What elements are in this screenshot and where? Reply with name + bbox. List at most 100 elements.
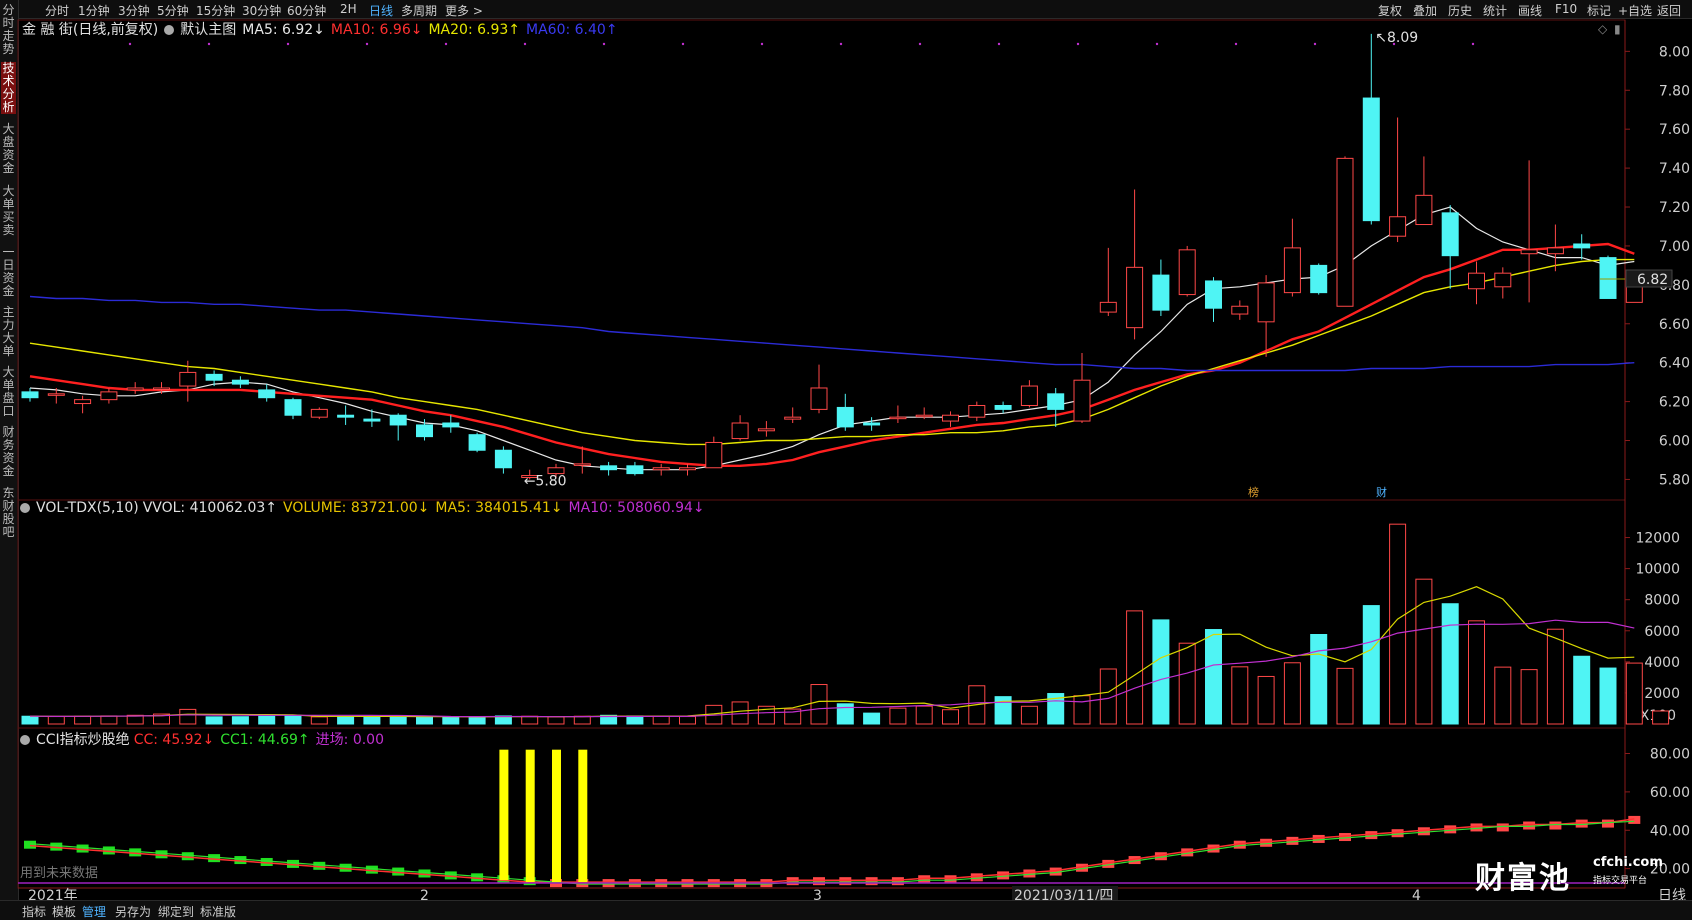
cci-ribbon-60 <box>1602 819 1614 828</box>
vol-tick-label-0: 2000 <box>1644 686 1680 702</box>
x-axis-label-2: 3 <box>813 888 822 900</box>
volume-bar-59 <box>1573 655 1591 725</box>
marker-dot-0 <box>128 42 132 46</box>
volume-bar-8 <box>231 716 249 725</box>
volume-bar-56 <box>1494 666 1512 725</box>
vol-tick-label-1: 4000 <box>1644 655 1680 671</box>
price-tick-label-3: 6.40 <box>1659 356 1690 372</box>
cci-ribbon-32 <box>865 877 878 886</box>
indicator-menu-0[interactable]: 指标 <box>22 903 46 920</box>
vol-tick-label-2: 6000 <box>1644 624 1680 640</box>
panel-frame-2 <box>17 727 1626 889</box>
candle-body-43 <box>1152 274 1170 311</box>
price-tick-label-8: 7.40 <box>1659 161 1690 177</box>
indicator-menu-2[interactable]: 管理 <box>82 903 106 920</box>
candle-body-26 <box>705 441 723 469</box>
volume-bar-2 <box>74 715 92 725</box>
candle-body-5 <box>153 387 170 390</box>
candle-body-32 <box>863 422 881 426</box>
cci-indicator-name[interactable]: CCI指标炒股绝 <box>36 732 130 748</box>
candle-body-27 <box>731 422 749 440</box>
candle-body-10 <box>284 399 302 416</box>
cci-ribbon-35 <box>944 875 957 884</box>
candle-body-17 <box>468 434 486 451</box>
template-name[interactable]: 默认主图 <box>180 22 236 38</box>
volume-bar-14 <box>389 715 407 725</box>
volume-bar-50 <box>1336 667 1354 725</box>
candle-body-33 <box>889 416 907 420</box>
cc-value: CC: 45.92↓ <box>133 732 215 748</box>
panel-frame-0 <box>17 19 1626 501</box>
vol-ma10-value: MA10: 508060.94↓ <box>568 500 705 516</box>
volume-bar-42 <box>1126 610 1144 725</box>
volume-bar-0 <box>21 715 39 725</box>
cci-cc-line <box>29 818 1635 883</box>
indicator-menu-3[interactable]: 另存为 <box>115 903 151 920</box>
volume-bar-6 <box>179 708 197 725</box>
stock-chart[interactable]: 5.806.006.206.406.606.807.007.207.407.60… <box>0 0 1692 900</box>
future-data-note: 用到未来数据 <box>20 866 98 881</box>
cci-tick-label-3: 80.00 <box>1650 747 1690 763</box>
cci-ribbon-56 <box>1496 823 1509 832</box>
indicator-menu-1[interactable]: 模板 <box>52 903 76 920</box>
vol-tick-label-3: 8000 <box>1644 593 1680 609</box>
candle-body-34 <box>915 414 933 418</box>
cci-header: CCI指标炒股绝 CC: 45.92↓ CC1: 44.69↑ 进场: 0.00 <box>20 729 390 749</box>
candle-body-9 <box>258 389 276 399</box>
vol-indicator-name[interactable]: VOL-TDX(5,10) <box>36 500 139 516</box>
indicator-menu-4[interactable]: 绑定到 <box>158 903 194 920</box>
candle-body-36 <box>968 404 986 418</box>
candle-body-22 <box>600 465 618 471</box>
template-icon[interactable] <box>164 25 175 35</box>
ma20-value: MA20: 6.93↑ <box>428 22 521 38</box>
candle-body-46 <box>1231 305 1249 315</box>
marker-dot-9 <box>839 42 843 46</box>
ma-line-ma10 <box>29 242 1635 467</box>
volume-bar-19 <box>521 715 539 725</box>
price-tick-label-4: 6.60 <box>1659 317 1690 333</box>
candle-body-54 <box>1441 212 1459 257</box>
marker-dot-8 <box>760 42 764 46</box>
candle-body-4 <box>126 387 144 391</box>
volume-bar-15 <box>416 716 433 725</box>
price-tick-label-6: 7.00 <box>1659 239 1690 255</box>
candle-body-56 <box>1494 272 1512 288</box>
watermark: 财富池 cfchi.com 指标交易平台 <box>1475 853 1663 897</box>
last-price-label: 6.82 <box>1637 272 1668 288</box>
volume-bar-30 <box>810 684 828 725</box>
marker-dot-17 <box>1471 42 1475 46</box>
candle-body-11 <box>310 408 328 418</box>
volume-bar-35 <box>942 709 959 725</box>
indicator-menu-5[interactable]: 标准版 <box>200 903 236 920</box>
marker-dot-14 <box>1234 42 1238 46</box>
candle-body-47 <box>1257 282 1275 323</box>
candle-body-60 <box>1599 257 1617 299</box>
stock-title: 金 融 街(日线,前复权) <box>22 22 159 38</box>
volume-bar-13 <box>363 716 381 725</box>
vol-settings-icon[interactable] <box>20 503 30 513</box>
volume-bar-7 <box>205 716 223 725</box>
ma-line-ma60 <box>29 295 1635 372</box>
cci-settings-icon[interactable] <box>20 735 30 745</box>
volume-bar-57 <box>1520 669 1538 725</box>
volume-bar-45 <box>1205 629 1222 725</box>
candle-body-7 <box>205 373 223 381</box>
candle-body-8 <box>231 379 249 385</box>
settings-diamond-icon: ◇ <box>1598 22 1608 36</box>
volume-bar-58 <box>1546 628 1564 725</box>
entry-value: 进场: 0.00 <box>315 732 384 748</box>
candle-body-29 <box>784 416 802 420</box>
volume-bar-24 <box>652 715 670 725</box>
price-tick-label-11: 8.00 <box>1659 44 1690 60</box>
candle-body-3 <box>100 391 118 401</box>
candle-body-30 <box>810 387 828 410</box>
watermark-site: cfchi.com <box>1593 855 1663 870</box>
ma5-value: MA5: 6.92↓ <box>242 22 325 38</box>
panel-toggle-icon: ▮ <box>1614 22 1621 36</box>
volume-bar-46 <box>1231 666 1249 725</box>
cci-ribbon-58 <box>1549 821 1562 830</box>
volume-bar-20 <box>547 716 565 725</box>
marker-dot-10 <box>918 42 922 46</box>
volume-bar-40 <box>1073 695 1091 725</box>
candle-body-12 <box>337 414 355 418</box>
